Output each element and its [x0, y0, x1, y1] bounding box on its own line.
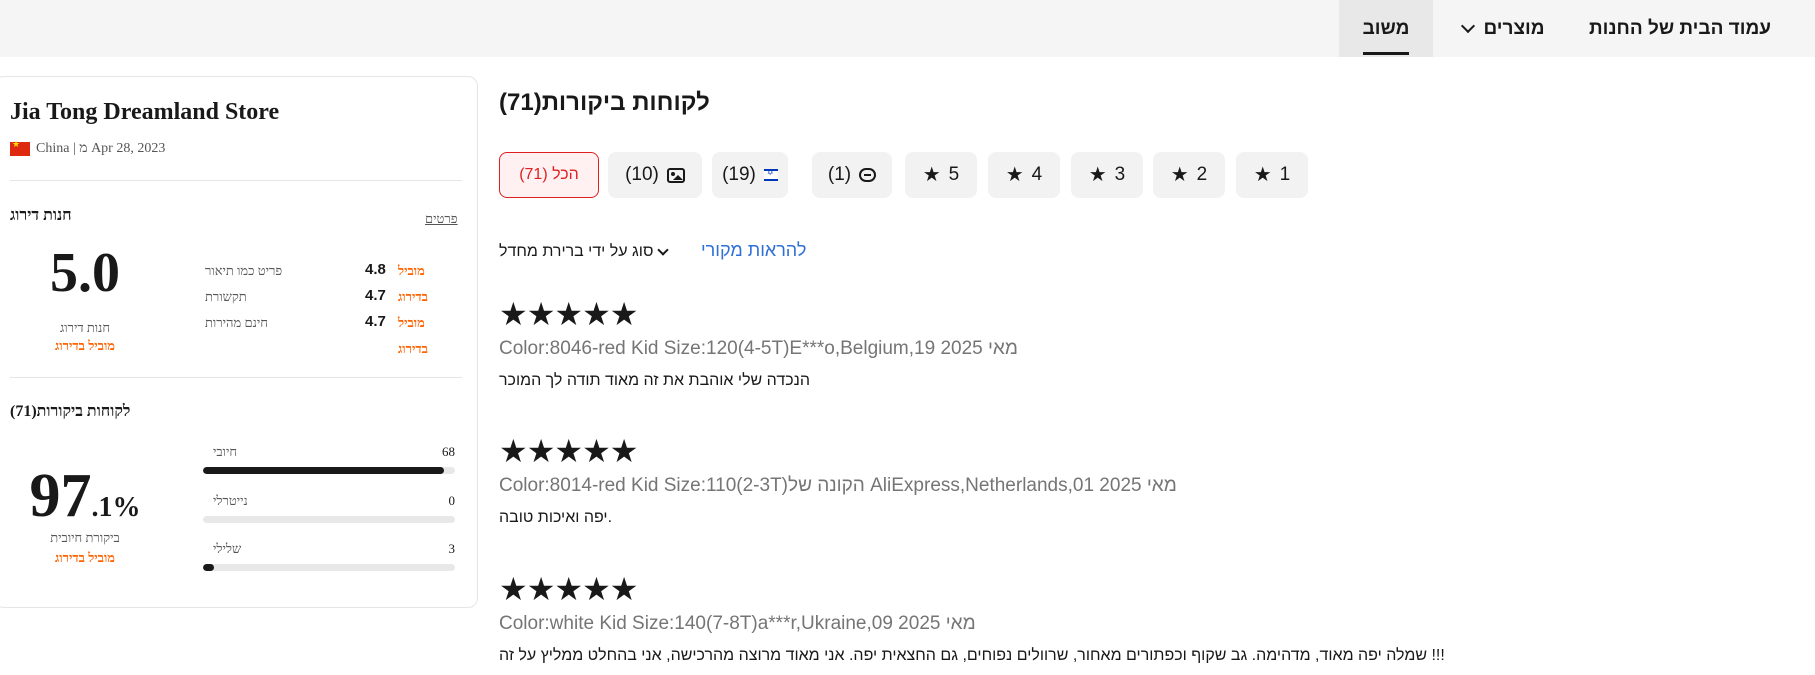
- image-icon: [666, 167, 685, 183]
- metric-row: תקשורת 4.7 בדירוג: [205, 287, 432, 307]
- china-flag-icon: [10, 139, 30, 156]
- divider: [10, 180, 462, 181]
- store-score-badge: מוביל בדירוג: [55, 338, 115, 353]
- breakdown-label: שלילי: [213, 541, 242, 556]
- metric-label: תקשורת: [205, 289, 247, 304]
- metric-row: פריט כמו תיאור 4.8 מוביל: [205, 261, 432, 281]
- star-icon: ★: [1170, 164, 1189, 186]
- breakdown-label: חיובי: [213, 444, 238, 459]
- store-info-card: Jia Tong Dreamland Store China | מ Apr 2…: [0, 76, 478, 608]
- positive-percentage: 97.1%: [10, 465, 160, 527]
- chevron-down-icon: [657, 244, 670, 256]
- store-meta-text: China | מ Apr 28, 2023: [36, 141, 166, 156]
- filter-label: הכל (71): [519, 166, 579, 183]
- metric-value: 4.7: [365, 313, 386, 330]
- filter-local[interactable]: (19): [712, 152, 788, 198]
- filter-2-stars[interactable]: ★ 2: [1153, 152, 1225, 198]
- israel-flag-icon: [763, 168, 778, 181]
- filter-label: (10): [625, 164, 659, 185]
- store-rating-title: חנות דירוג: [10, 207, 72, 224]
- positive-pct-int: 97: [29, 462, 92, 530]
- nav-store-home-label: עמוד הבית של החנות: [1588, 17, 1772, 39]
- chevron-down-icon: [1461, 18, 1476, 33]
- details-link[interactable]: פרטים: [425, 211, 458, 227]
- star-icon: ★: [922, 164, 941, 186]
- store-meta: China | מ Apr 28, 2023: [10, 139, 166, 157]
- metric-row: חינם מהירות 4.7 מוביל: [205, 313, 432, 333]
- store-score-caption: חנות דירוג: [59, 320, 111, 335]
- nav-products[interactable]: מוצרים: [1433, 0, 1575, 57]
- comment-icon: [859, 168, 877, 182]
- filter-with-comments[interactable]: (1): [812, 152, 892, 198]
- breakdown-count: 68: [442, 444, 455, 459]
- breakdown-track: [203, 516, 455, 523]
- filter-3-stars[interactable]: ★ 3: [1071, 152, 1143, 198]
- filter-label: (1): [827, 164, 852, 185]
- filter-all[interactable]: הכל (71): [499, 152, 599, 198]
- filter-4-stars[interactable]: ★ 4: [988, 152, 1060, 198]
- filter-label: 3: [1114, 164, 1126, 185]
- divider: [10, 377, 462, 378]
- breakdown-fill: [203, 467, 445, 474]
- metric-label: פריט כמו תיאור: [205, 263, 283, 278]
- customer-reviews-title: לקוחות ביקורות(71): [10, 403, 131, 420]
- filter-label: 4: [1031, 164, 1043, 185]
- filter-5-stars[interactable]: ★ 5: [905, 152, 977, 198]
- metric-extra-badge: בדירוג: [398, 341, 428, 356]
- star-rating: ★★★★★: [499, 433, 638, 469]
- review-text: יפה ואיכות טובה.: [499, 509, 613, 526]
- review-text: הנכדה שלי אוהבת את זה מאוד תודה לך המוכר: [499, 372, 810, 389]
- metric-row: בדירוג: [205, 339, 432, 359]
- reviews-title: לקוחות ביקורות(71): [499, 89, 710, 116]
- show-original-link[interactable]: להראות מקורי: [701, 240, 806, 261]
- star-icon: ★: [1253, 164, 1272, 186]
- breakdown-fill: [203, 564, 214, 571]
- top-nav: עמוד הבית של החנות מוצרים משוב: [0, 0, 1815, 57]
- star-icon: ★: [1088, 164, 1107, 186]
- nav-feedback-label: משוב: [1362, 17, 1410, 39]
- positive-pct-dec: .1%: [91, 492, 141, 523]
- nav-products-label: מוצרים: [1483, 17, 1545, 39]
- metric-badge: בדירוג: [398, 289, 428, 304]
- filter-label: 1: [1279, 164, 1291, 185]
- positive-caption: ביקורת חיובית: [50, 530, 120, 545]
- nav-store-home[interactable]: עמוד הבית של החנות: [1575, 0, 1785, 57]
- breakdown-track: [203, 564, 455, 571]
- star-rating: ★★★★★: [499, 571, 638, 607]
- filter-1-star[interactable]: ★ 1: [1236, 152, 1308, 198]
- nav-feedback[interactable]: משוב: [1339, 0, 1433, 57]
- sort-label: סוג על ידי ברירת מחדל: [499, 243, 654, 260]
- metric-badge: מוביל: [398, 263, 425, 278]
- breakdown-count: 3: [448, 541, 456, 556]
- star-icon: ★: [1005, 164, 1024, 186]
- metric-label: חינם מהירות: [205, 315, 268, 330]
- breakdown-label: נייטרלי: [213, 493, 248, 508]
- metric-value: 4.8: [365, 261, 386, 278]
- filter-label: 5: [948, 164, 960, 185]
- positive-badge: מוביל בדירוג: [55, 550, 115, 565]
- review-meta: Color:8014-red Kid Size:110(2-3T)הקונה ש…: [499, 475, 1177, 496]
- filter-label: (19): [722, 164, 756, 185]
- breakdown-count: 0: [448, 493, 456, 508]
- star-rating: ★★★★★: [499, 296, 638, 332]
- filter-with-photos[interactable]: (10): [608, 152, 702, 198]
- store-name[interactable]: Jia Tong Dreamland Store: [10, 99, 279, 126]
- breakdown-track: [203, 467, 455, 474]
- filter-label: 2: [1196, 164, 1208, 185]
- review-meta: Color:8046-red Kid Size:120(4-5T)E***o,B…: [499, 338, 1018, 359]
- sort-dropdown[interactable]: סוג על ידי ברירת מחדל: [499, 240, 670, 264]
- review-meta: Color:white Kid Size:140(7-8T)a***r,Ukra…: [499, 613, 976, 634]
- store-score: 5.0: [50, 242, 120, 304]
- metric-value: 4.7: [365, 287, 386, 304]
- metric-badge: מוביל: [398, 315, 425, 330]
- active-tab-underline: [1363, 52, 1409, 55]
- review-text: שמלה יפה מאוד, מדהימה. גב שקוף וכפתורים …: [499, 647, 1445, 664]
